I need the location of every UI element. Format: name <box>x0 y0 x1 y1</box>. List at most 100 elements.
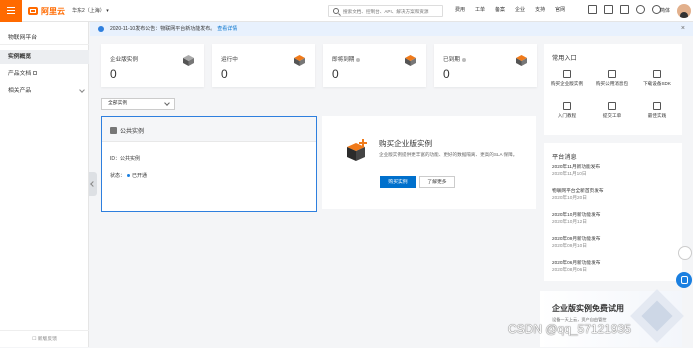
entry-label: 入门教程 <box>557 113 577 118</box>
news-item[interactable]: 2020年06月新功能发布 2020年08月06日 <box>552 259 672 273</box>
sidebar-item-related[interactable]: 相关产品 <box>0 84 89 98</box>
top-bar: 阿里云 华东2（上海） ▾ 费用 工单 备案 企业 支持 官网 简体 <box>0 0 693 22</box>
stat-card[interactable]: 企业版实例 0 <box>101 44 204 87</box>
sidebar-item-label: 产品文档 <box>8 71 32 77</box>
entry-label: 下载设备SDK <box>643 81 671 86</box>
entry-item[interactable]: 入门教程 <box>546 102 588 119</box>
stat-value: 0 <box>221 67 228 81</box>
practice-icon <box>653 102 661 110</box>
stat-label-text: 已到期 <box>443 57 460 63</box>
bell-icon[interactable] <box>604 5 613 14</box>
sdk-icon <box>653 70 661 78</box>
nav-item[interactable]: 备案 <box>495 6 505 13</box>
running-icon <box>294 55 305 66</box>
stat-label: 已到期 <box>443 55 466 63</box>
status-dot <box>127 174 131 178</box>
sidebar-item-docs[interactable]: 产品文档 <box>0 67 89 81</box>
stat-label: 运行中 <box>221 55 238 63</box>
entry-item[interactable]: 购买公用消息包 <box>591 70 633 87</box>
language-switch[interactable]: 简体 <box>660 7 670 14</box>
notice-bar: 2020-11-10发布公告：物联网平台新功能发布。 查看详情 × <box>90 22 693 36</box>
nav-item[interactable]: 支持 <box>535 6 545 13</box>
feedback-label: 新版反馈 <box>37 337 57 342</box>
global-search[interactable] <box>328 5 443 17</box>
info-icon <box>98 26 104 32</box>
stat-card[interactable]: 即将到期 0 <box>323 44 426 87</box>
news-item[interactable]: 物联网平台全新首页发布 2020年10月20日 <box>552 187 672 201</box>
public-instance-card[interactable]: 公共实例 ID：公共实例 状态： 已开通 <box>101 116 317 212</box>
entry-item[interactable]: 下载设备SDK <box>636 70 678 87</box>
notice-link[interactable]: 查看详情 <box>217 26 237 32</box>
sidebar-title: 物联网平台 <box>8 35 37 41</box>
external-link-icon <box>33 71 38 76</box>
buy-card-title: 购买企业版实例 <box>379 139 433 148</box>
nav-item[interactable]: 工单 <box>475 6 485 13</box>
sidebar-item-label: 实例概览 <box>8 54 32 60</box>
search-icon <box>333 8 339 14</box>
news-date: 2020年11月10日 <box>552 171 587 176</box>
promo-title: 企业版实例免费试用 <box>552 304 624 313</box>
instance-icon <box>110 127 117 134</box>
menu-icon[interactable] <box>0 0 22 22</box>
promo-banner[interactable]: 企业版实例免费试用 设备一天上云，资产自由管控 <box>540 289 684 347</box>
floating-chat-icon[interactable] <box>676 272 692 288</box>
close-icon[interactable]: × <box>681 22 685 36</box>
buy-instance-button[interactable]: 购买实例 <box>380 176 416 188</box>
instance-filter-select[interactable]: 全部实例 <box>101 98 175 110</box>
card-header: 公共实例 <box>102 117 316 142</box>
sidebar-collapse-handle[interactable] <box>89 172 97 196</box>
help-icon[interactable] <box>636 5 645 14</box>
stat-card[interactable]: 已到期 0 <box>434 44 537 87</box>
news-item[interactable]: 2020年11月新功能发布 2020年11月10日 <box>552 163 672 177</box>
stat-label: 企业版实例 <box>110 55 138 63</box>
entry-item[interactable]: 提交工单 <box>591 102 633 119</box>
sidebar-item-overview[interactable]: 实例概览 <box>0 50 89 64</box>
news-title: 2020年06月新功能发布 <box>552 260 601 265</box>
entry-item[interactable]: 最佳实践 <box>636 102 678 119</box>
stat-label: 即将到期 <box>332 55 361 63</box>
top-icons <box>588 5 661 14</box>
stat-label-text: 运行中 <box>221 57 238 63</box>
notice-text: 2020-11-10发布公告：物联网平台新功能发布。 <box>110 26 216 32</box>
cart-icon[interactable] <box>620 5 629 14</box>
sidebar-item-label: 相关产品 <box>8 88 32 94</box>
search-input[interactable] <box>343 7 441 15</box>
floating-help-icon[interactable] <box>678 246 692 260</box>
news-item[interactable]: 2020年09月新功能发布 2020年09月10日 <box>552 235 672 249</box>
tutorial-icon <box>563 102 571 110</box>
feedback-link[interactable]: ☐ 新版反馈 <box>0 330 89 347</box>
news-date: 2020年10月12日 <box>552 219 587 224</box>
instance-id: ID：公共实例 <box>110 156 141 162</box>
panel-title: 平台消息 <box>552 154 577 161</box>
help-icon[interactable] <box>461 57 466 62</box>
chevron-down-icon <box>79 87 85 93</box>
nav-item[interactable]: 费用 <box>455 6 465 13</box>
news-date: 2020年09月10日 <box>552 243 587 248</box>
package-icon <box>608 70 616 78</box>
learn-more-button[interactable]: 了解更多 <box>419 176 455 188</box>
status-label: 状态： <box>110 173 126 179</box>
stat-card[interactable]: 运行中 0 <box>212 44 315 87</box>
shop-icon <box>563 70 571 78</box>
panel-title: 常用入口 <box>552 55 577 62</box>
avatar[interactable] <box>677 4 691 18</box>
help-icon[interactable] <box>356 57 361 62</box>
news-item[interactable]: 2020年10月新功能发布 2020年10月12日 <box>552 211 672 225</box>
terminal-icon[interactable] <box>588 5 597 14</box>
news-title: 2020年10月新功能发布 <box>552 212 601 217</box>
enterprise-instance-icon <box>183 55 194 66</box>
entry-label: 购买企业版实例 <box>550 81 584 86</box>
nav-item[interactable]: 企业 <box>515 6 525 13</box>
nav-item[interactable]: 官网 <box>555 6 565 13</box>
entry-item[interactable]: 购买企业版实例 <box>546 70 588 87</box>
sidebar: 物联网平台 实例概览 产品文档 相关产品 ☐ 新版反馈 <box>0 22 89 347</box>
enterprise-box-icon <box>347 139 367 161</box>
aliyun-logo[interactable]: 阿里云 <box>28 5 65 17</box>
news-title: 物联网平台全新首页发布 <box>552 188 604 193</box>
card-title: 公共实例 <box>120 129 145 135</box>
news-title: 2020年09月新功能发布 <box>552 236 601 241</box>
logo-text: 阿里云 <box>41 6 65 16</box>
region-selector[interactable]: 华东2（上海） ▾ <box>72 7 109 14</box>
sidebar-divider <box>0 44 89 45</box>
region-label: 华东2（上海） <box>72 8 105 14</box>
